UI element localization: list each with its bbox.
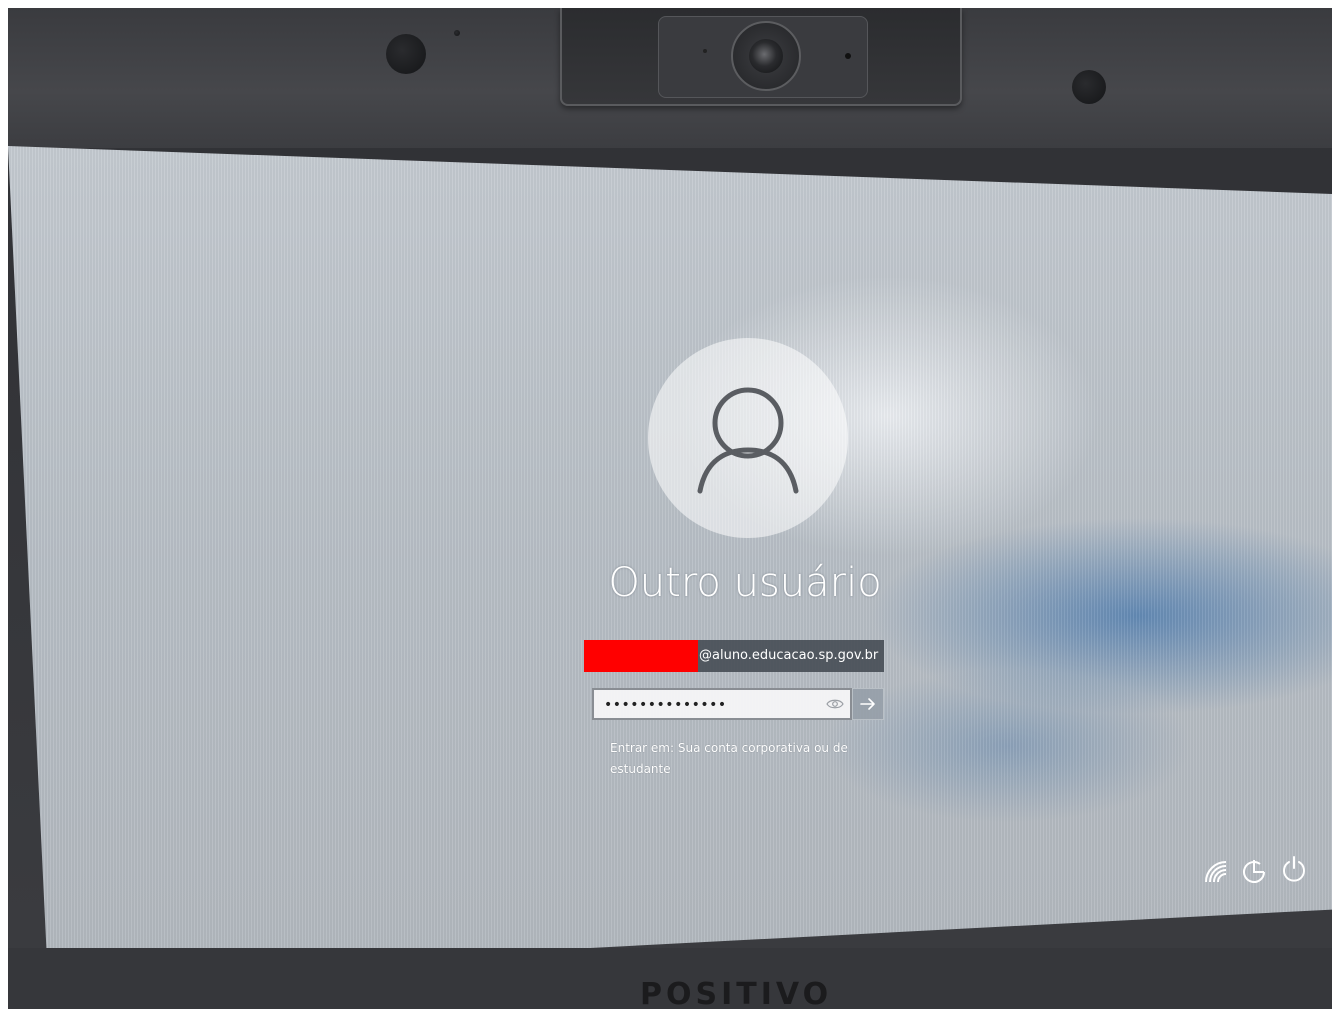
device-brand-label: POSITIVO bbox=[640, 977, 833, 1012]
webcam-housing bbox=[560, 8, 962, 106]
user-avatar bbox=[648, 338, 848, 538]
webcam-led bbox=[845, 53, 851, 59]
ambient-sensor-left bbox=[386, 34, 426, 74]
submit-button[interactable] bbox=[852, 688, 884, 720]
account-name: Outro usuário bbox=[608, 560, 882, 606]
arrow-right-icon bbox=[860, 698, 875, 710]
user-icon bbox=[697, 387, 799, 494]
signin-hint: Entrar em: Sua conta corporativa ou de e… bbox=[610, 741, 848, 776]
ambient-sensor-right bbox=[1072, 70, 1106, 104]
webcam-lens bbox=[731, 21, 801, 91]
wifi-icon[interactable] bbox=[1202, 858, 1230, 886]
webcam-lens-glass bbox=[749, 39, 783, 73]
webcam-mic bbox=[703, 49, 707, 53]
redacted-username bbox=[584, 640, 698, 672]
password-input[interactable]: •••••••••••••• bbox=[592, 688, 852, 720]
power-icon[interactable] bbox=[1280, 854, 1308, 882]
email-field[interactable]: @aluno.educacao.sp.gov.br bbox=[584, 640, 884, 672]
email-domain-text: @aluno.educacao.sp.gov.br bbox=[699, 648, 879, 663]
eye-icon[interactable] bbox=[826, 697, 844, 711]
ease-of-access-icon[interactable] bbox=[1240, 856, 1268, 884]
password-mask: •••••••••••••• bbox=[604, 697, 727, 713]
webcam-face bbox=[658, 16, 868, 98]
indicator-dot bbox=[454, 30, 460, 36]
